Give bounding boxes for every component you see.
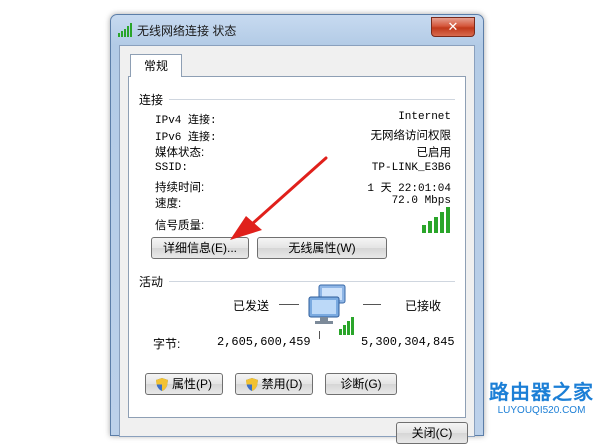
signal-strength-icon [422,207,450,233]
received-label: 已接收 [405,299,442,313]
title-bar[interactable]: 无线网络连接 状态 ✕ [111,15,483,45]
connection-divider [169,99,455,100]
diagnose-button[interactable]: 诊断(G) [325,373,397,395]
uac-shield-icon [156,378,168,392]
media-state-value: 已启用 [416,147,452,159]
activity-heading: 活动 [139,275,164,289]
received-dash [363,304,381,305]
ipv6-label: IPv6 连接: [155,132,217,144]
properties-button[interactable]: 属性(P) [145,373,223,395]
window-title: 无线网络连接 状态 [137,24,237,38]
close-button[interactable]: 关闭(C) [396,422,468,444]
sent-label: 已发送 [233,299,270,313]
duration-label: 持续时间: [155,182,205,194]
status-window: 无线网络连接 状态 ✕ 常规 连接 IPv4 连接: Internet IPv6… [110,14,484,444]
network-computers-icon [308,284,354,339]
speed-label: 速度: [155,198,182,210]
ssid-label: SSID: [155,162,189,174]
sent-dash [279,304,299,305]
media-state-label: 媒体状态: [155,147,205,159]
bytes-sent-value: 2,605,600,459 [217,335,311,349]
window-client-area: 常规 连接 IPv4 连接: Internet IPv6 连接: 无网络访问权限… [119,45,475,444]
properties-label: 属性(P) [172,377,212,391]
signal-quality-label: 信号质量: [155,220,205,232]
disable-button[interactable]: 禁用(D) [235,373,313,395]
details-button[interactable]: 详细信息(E)... [151,237,249,259]
watermark: 路由器之家 LUYOUQI520.COM [489,376,594,416]
general-panel: 连接 IPv4 连接: Internet IPv6 连接: 无网络访问权限 媒体… [128,76,466,418]
tab-general[interactable]: 常规 [130,54,182,77]
ipv4-label: IPv4 连接: [155,115,217,127]
connection-heading: 连接 [139,93,164,107]
bytes-label: 字节: [153,337,181,351]
bytes-received-value: 5,300,304,845 [361,335,455,349]
close-window-button[interactable]: ✕ [431,17,475,37]
disable-label: 禁用(D) [261,377,303,391]
speed-value: 72.0 Mbps [391,195,451,207]
watermark-sub: LUYOUQI520.COM [497,405,586,416]
wireless-properties-button[interactable]: 无线属性(W) [257,237,387,259]
watermark-main: 路由器之家 [489,380,594,404]
ssid-value: TP-LINK_E3B6 [371,162,451,174]
signal-bars-icon [118,23,132,37]
duration-value: 1 天 22:01:04 [367,183,451,195]
activity-divider [169,281,455,282]
uac-shield-icon [245,378,258,392]
ipv6-value: 无网络访问权限 [370,130,452,142]
ipv4-value: Internet [398,111,451,123]
